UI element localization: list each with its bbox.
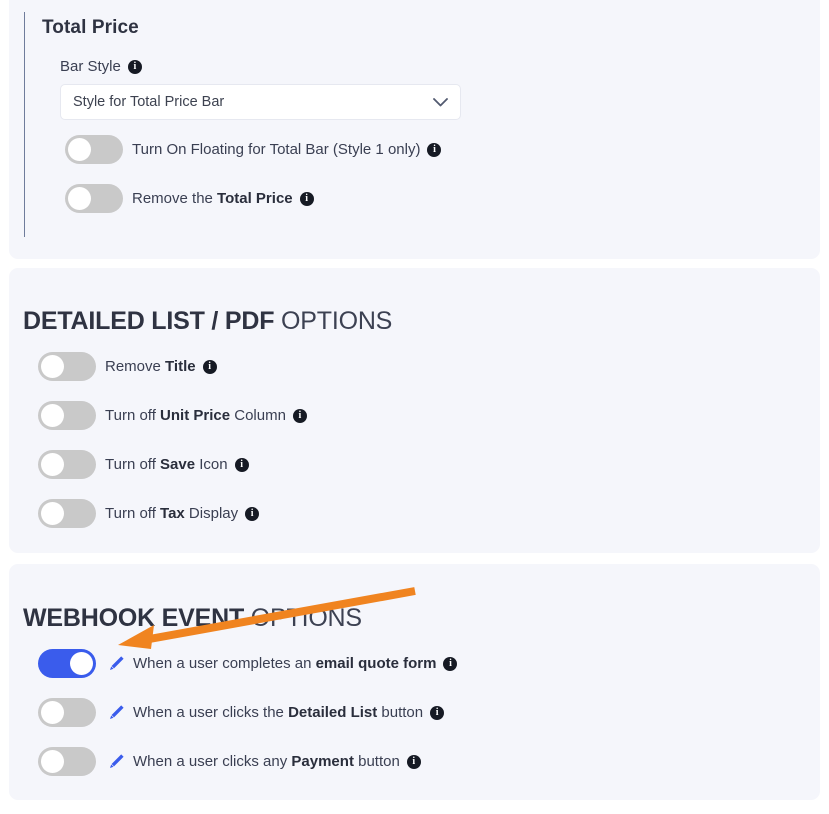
pencil-icon[interactable] bbox=[108, 704, 125, 721]
info-icon[interactable]: i bbox=[202, 359, 217, 374]
toggle-row-detailed-list-button: When a user clicks the Detailed List but… bbox=[38, 698, 445, 727]
toggle-save-icon[interactable] bbox=[38, 450, 96, 479]
toggle-row-unit-price-column: Turn off Unit Price Column i bbox=[38, 401, 307, 430]
toggle-knob bbox=[68, 187, 91, 210]
webhook-event-heading: WEBHOOK EVENT OPTIONS bbox=[23, 604, 362, 633]
toggle-knob bbox=[41, 453, 64, 476]
detailed-list-heading: DETAILED LIST / PDF OPTIONS bbox=[23, 307, 392, 336]
toggle-label: Remove the Total Price i bbox=[132, 190, 314, 207]
toggle-label-text: Remove the Total Price bbox=[132, 190, 293, 207]
info-icon[interactable]: i bbox=[245, 506, 260, 521]
toggle-label: Remove Title i bbox=[105, 358, 217, 375]
toggle-label-text: When a user clicks any Payment button bbox=[133, 753, 400, 770]
toggle-tax-display[interactable] bbox=[38, 499, 96, 528]
toggle-remove-title[interactable] bbox=[38, 352, 96, 381]
heading-light-text: OPTIONS bbox=[244, 603, 362, 632]
heading-light-text: OPTIONS bbox=[274, 306, 393, 335]
info-icon[interactable]: i bbox=[430, 705, 445, 720]
info-icon[interactable]: i bbox=[234, 457, 249, 472]
toggle-label: Turn off Unit Price Column i bbox=[105, 407, 307, 424]
info-icon[interactable]: i bbox=[292, 408, 307, 423]
toggle-knob bbox=[41, 502, 64, 525]
toggle-label-text: When a user completes an email quote for… bbox=[133, 655, 437, 672]
pencil-icon[interactable] bbox=[108, 753, 125, 770]
toggle-row-remove-title: Remove Title i bbox=[38, 352, 217, 381]
pencil-icon[interactable] bbox=[108, 655, 125, 672]
settings-page: Total Price Bar Style i Style for Total … bbox=[0, 0, 829, 814]
toggle-label-text: Remove Title bbox=[105, 358, 196, 375]
toggle-knob bbox=[41, 404, 64, 427]
chevron-down-icon bbox=[433, 97, 448, 107]
toggle-row-remove-total-price: Remove the Total Price i bbox=[65, 184, 314, 213]
toggle-label: Turn off Tax Display i bbox=[105, 505, 260, 522]
toggle-knob bbox=[41, 355, 64, 378]
toggle-label-text: Turn off Unit Price Column bbox=[105, 407, 286, 424]
toggle-row-save-icon: Turn off Save Icon i bbox=[38, 450, 249, 479]
toggle-remove-total-price[interactable] bbox=[65, 184, 123, 213]
info-icon[interactable]: i bbox=[443, 656, 458, 671]
toggle-label-text: Turn On Floating for Total Bar (Style 1 … bbox=[132, 141, 421, 158]
bar-style-select[interactable]: Style for Total Price Bar bbox=[60, 84, 461, 120]
total-price-panel: Total Price Bar Style i Style for Total … bbox=[9, 0, 820, 259]
toggle-label: When a user clicks any Payment button i bbox=[133, 753, 421, 770]
toggle-unit-price-column[interactable] bbox=[38, 401, 96, 430]
info-icon[interactable]: i bbox=[406, 754, 421, 769]
webhook-toggle-2[interactable] bbox=[38, 747, 96, 776]
page-title: Total Price bbox=[42, 17, 139, 38]
toggle-label: When a user completes an email quote for… bbox=[133, 655, 458, 672]
toggle-knob bbox=[41, 701, 64, 724]
toggle-row-payment-button: When a user clicks any Payment button i bbox=[38, 747, 421, 776]
heading-strong-text: WEBHOOK EVENT bbox=[23, 603, 245, 632]
toggle-label-text: When a user clicks the Detailed List but… bbox=[133, 704, 424, 721]
webhook-toggle-1[interactable] bbox=[38, 698, 96, 727]
toggle-label-text: Turn off Tax Display bbox=[105, 505, 239, 522]
bar-style-selected-value: Style for Total Price Bar bbox=[73, 94, 225, 110]
toggle-row-email-quote-form: When a user completes an email quote for… bbox=[38, 649, 458, 678]
toggle-knob bbox=[41, 750, 64, 773]
bar-style-label-text: Bar Style bbox=[60, 58, 121, 75]
toggle-knob bbox=[68, 138, 91, 161]
webhook-toggle-0[interactable] bbox=[38, 649, 96, 678]
toggle-row-tax-display: Turn off Tax Display i bbox=[38, 499, 260, 528]
toggle-floating-total-bar[interactable] bbox=[65, 135, 123, 164]
info-icon[interactable]: i bbox=[127, 59, 142, 74]
toggle-row-floating-total-bar: Turn On Floating for Total Bar (Style 1 … bbox=[65, 135, 442, 164]
info-icon[interactable]: i bbox=[427, 142, 442, 157]
toggle-label-text: Turn off Save Icon bbox=[105, 456, 228, 473]
toggle-label: When a user clicks the Detailed List but… bbox=[133, 704, 445, 721]
toggle-label: Turn off Save Icon i bbox=[105, 456, 249, 473]
section-accent-line bbox=[24, 12, 25, 237]
heading-strong-text: DETAILED LIST / PDF bbox=[23, 306, 275, 335]
toggle-knob bbox=[70, 652, 93, 675]
bar-style-label: Bar Style i bbox=[60, 58, 142, 75]
info-icon[interactable]: i bbox=[299, 191, 314, 206]
toggle-label: Turn On Floating for Total Bar (Style 1 … bbox=[132, 141, 442, 158]
